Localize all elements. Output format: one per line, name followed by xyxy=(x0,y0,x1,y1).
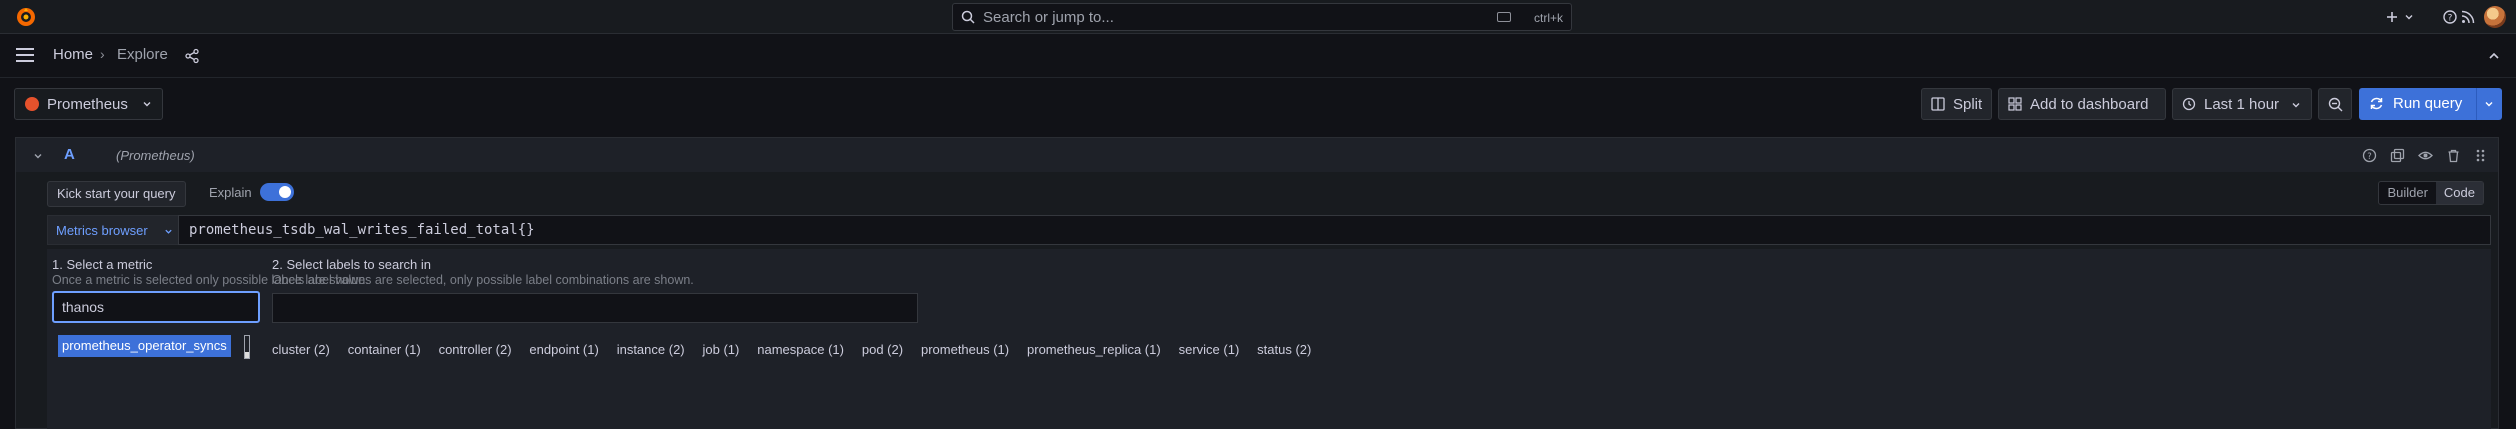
mode-code[interactable]: Code xyxy=(2435,182,2483,204)
explain-toggle[interactable] xyxy=(260,183,294,201)
add-to-dashboard-button[interactable]: Add to dashboard xyxy=(1998,88,2166,120)
breadcrumb-separator: › xyxy=(100,46,105,62)
trash-icon[interactable] xyxy=(2446,148,2461,163)
select-labels-title: 2. Select labels to search in xyxy=(272,257,431,272)
share-icon[interactable] xyxy=(184,48,200,64)
label-chips: cluster (2) container (1) controller (2)… xyxy=(272,341,1325,357)
toggle-knob xyxy=(279,186,291,198)
chevron-down-icon xyxy=(143,102,151,107)
top-navbar: Search or jump to... ctrl+k ? xyxy=(0,0,2516,34)
list-item[interactable]: prometheus_operator_syncs xyxy=(58,335,231,357)
breadcrumb-explore: Explore xyxy=(117,46,168,63)
grafana-logo-icon[interactable] xyxy=(15,6,37,28)
explore-toolbar: Prometheus Split Add to dashboard Last 1… xyxy=(0,84,2516,124)
datasource-picker[interactable]: Prometheus xyxy=(14,88,163,120)
run-query-label: Run query xyxy=(2393,95,2463,112)
select-labels-hint: Once label values are selected, only pos… xyxy=(272,273,694,287)
editor-mode-toggle: Builder Code xyxy=(2378,181,2484,205)
kick-start-button[interactable]: Kick start your query xyxy=(47,181,186,207)
duplicate-icon[interactable] xyxy=(2390,148,2405,163)
label-chip[interactable]: job (1) xyxy=(703,342,740,357)
query-row-header: A (Prometheus) ? xyxy=(16,138,2498,172)
query-row: A (Prometheus) ? Kick start your query E… xyxy=(15,137,2499,429)
user-avatar[interactable] xyxy=(2484,6,2506,28)
chevron-down-icon xyxy=(2292,103,2300,108)
help-icon[interactable]: ? xyxy=(2442,9,2458,25)
label-chip[interactable]: container (1) xyxy=(348,342,421,357)
mode-builder[interactable]: Builder xyxy=(2379,182,2435,204)
label-chip[interactable]: endpoint (1) xyxy=(529,342,598,357)
label-chip[interactable]: service (1) xyxy=(1179,342,1240,357)
svg-text:?: ? xyxy=(2367,152,2372,162)
sync-icon xyxy=(2370,97,2383,110)
label-chip[interactable]: instance (2) xyxy=(617,342,685,357)
svg-text:?: ? xyxy=(2448,14,2453,24)
add-to-dashboard-label: Add to dashboard xyxy=(2030,96,2149,113)
search-bar[interactable]: Search or jump to... ctrl+k xyxy=(952,3,1572,31)
label-chip[interactable]: controller (2) xyxy=(439,342,512,357)
plus-icon[interactable] xyxy=(2384,9,2400,25)
metric-search-input[interactable]: thanos xyxy=(52,291,260,323)
query-expression-editor[interactable]: prometheus_tsdb_wal_writes_failed_total{… xyxy=(178,215,2491,245)
datasource-label: Prometheus xyxy=(47,96,128,113)
query-datasource-name: (Prometheus) xyxy=(116,148,195,163)
button-divider xyxy=(2476,88,2477,120)
search-shortcut: ctrl+k xyxy=(1533,11,1563,25)
menu-toggle-icon[interactable] xyxy=(16,48,34,62)
breadcrumb-home[interactable]: Home xyxy=(53,46,93,63)
apps-icon xyxy=(2008,97,2022,111)
zoom-out-button[interactable] xyxy=(2318,88,2352,120)
chevron-up-icon[interactable] xyxy=(2486,48,2502,64)
metrics-browser-button[interactable]: Metrics browser xyxy=(47,215,183,245)
search-placeholder: Search or jump to... xyxy=(983,9,1114,26)
query-ref-id[interactable]: A xyxy=(64,146,75,163)
search-icon xyxy=(961,10,975,24)
label-chip[interactable]: namespace (1) xyxy=(757,342,844,357)
eye-icon[interactable] xyxy=(2418,148,2433,163)
chevron-down-icon[interactable] xyxy=(2404,9,2414,25)
explain-label: Explain xyxy=(209,185,252,200)
prometheus-icon xyxy=(25,97,39,111)
query-inspector-icon[interactable]: ? xyxy=(2362,148,2377,163)
time-range-label: Last 1 hour xyxy=(2204,96,2280,113)
label-chip[interactable]: status (2) xyxy=(1257,342,1311,357)
metrics-browser-panel: 1. Select a metric Once a metric is sele… xyxy=(47,249,2491,429)
drag-handle-icon[interactable] xyxy=(2473,148,2488,163)
metric-results-list: prometheus_operator_syncs xyxy=(52,329,260,363)
breadcrumb-bar: Home › Explore xyxy=(0,35,2516,78)
chevron-down-icon[interactable] xyxy=(2484,99,2494,109)
label-chip[interactable]: cluster (2) xyxy=(272,342,330,357)
label-chip[interactable]: prometheus_replica (1) xyxy=(1027,342,1161,357)
split-icon xyxy=(1931,97,1945,111)
label-chip[interactable]: pod (2) xyxy=(862,342,903,357)
select-metric-title: 1. Select a metric xyxy=(52,257,153,272)
run-query-button[interactable]: Run query xyxy=(2359,88,2502,120)
split-button[interactable]: Split xyxy=(1921,88,1992,120)
keyboard-icon xyxy=(1497,12,1511,22)
zoom-out-icon xyxy=(2328,97,2343,112)
list-scrollbar[interactable] xyxy=(244,335,250,359)
clock-icon xyxy=(2182,97,2196,111)
news-feed-icon[interactable] xyxy=(2460,9,2476,25)
split-label: Split xyxy=(1953,96,1983,113)
label-search-input[interactable] xyxy=(272,293,918,323)
chevron-down-icon xyxy=(165,229,172,234)
label-chip[interactable]: prometheus (1) xyxy=(921,342,1009,357)
metrics-browser-label: Metrics browser xyxy=(56,223,148,238)
time-range-picker[interactable]: Last 1 hour xyxy=(2172,88,2312,120)
collapse-chevron-icon[interactable] xyxy=(33,151,43,161)
